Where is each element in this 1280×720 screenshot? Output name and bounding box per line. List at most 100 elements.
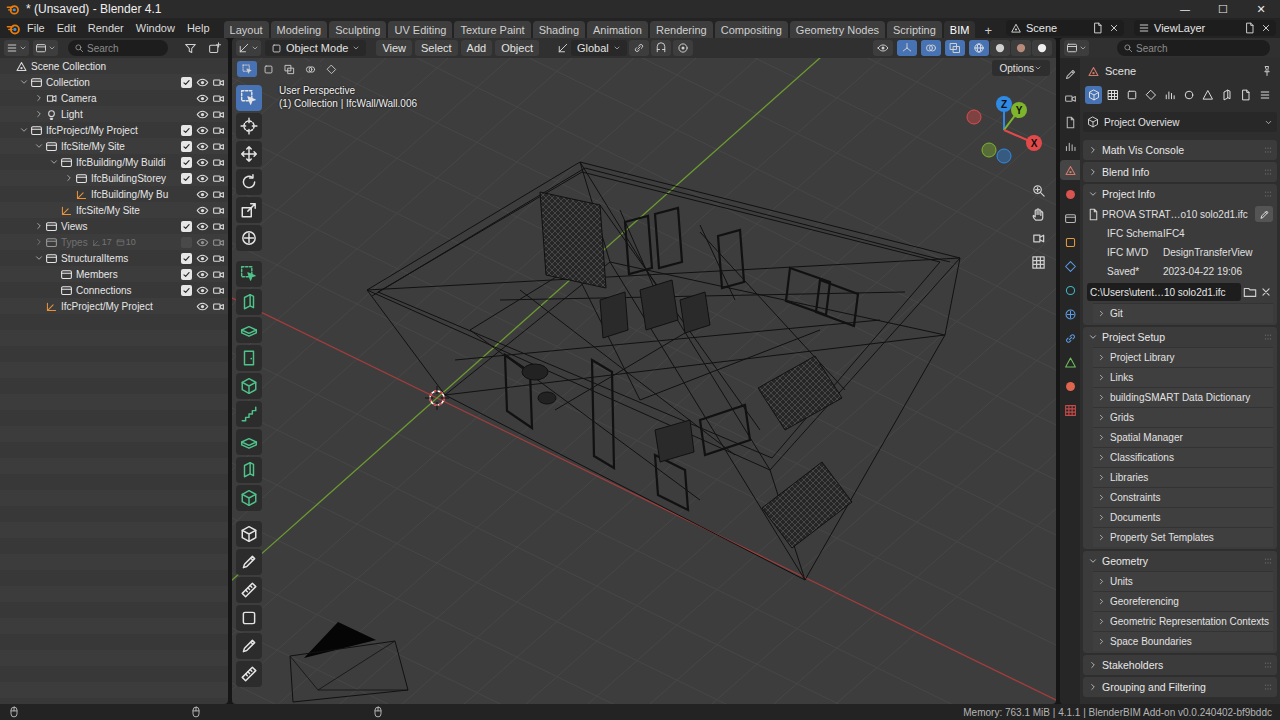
drag-grip-icon[interactable]	[1263, 189, 1273, 199]
expanded-arrow-icon[interactable]	[34, 253, 44, 263]
properties-tab[interactable]	[1060, 304, 1080, 324]
panel-header[interactable]: Grouping and Filtering	[1083, 677, 1277, 697]
render-camera-icon[interactable]	[212, 236, 225, 249]
clear-icon[interactable]	[1259, 285, 1273, 299]
window-control-button[interactable]: ☐	[1204, 0, 1242, 18]
new-collection-button[interactable]	[204, 40, 224, 56]
drag-grip-icon[interactable]	[1263, 145, 1273, 155]
drag-grip-icon[interactable]	[1263, 167, 1273, 177]
render-camera-icon[interactable]	[212, 268, 225, 281]
visibility-eye-icon[interactable]	[196, 252, 209, 265]
expanded-arrow-icon[interactable]	[49, 157, 59, 167]
collapsed-arrow-icon[interactable]	[34, 237, 44, 247]
bim-tab[interactable]	[1123, 86, 1140, 104]
tool-button[interactable]	[236, 577, 262, 603]
add-workspace-button[interactable]: +	[977, 23, 999, 38]
workspace-tab[interactable]: Scripting	[887, 21, 942, 38]
viewport-menu[interactable]: View	[376, 40, 412, 56]
tool-button[interactable]	[236, 345, 262, 371]
tool-button[interactable]	[236, 373, 262, 399]
menu-item[interactable]: File	[21, 22, 51, 34]
drag-grip-icon[interactable]	[1263, 556, 1273, 566]
proportional-button[interactable]	[673, 40, 693, 56]
options-button[interactable]: Options	[992, 60, 1050, 76]
navigation-button[interactable]	[1026, 202, 1050, 226]
workspace-tab[interactable]: UV Editing	[388, 21, 452, 38]
orientation-dropdown[interactable]: Global	[571, 40, 627, 56]
tool-button[interactable]	[236, 85, 262, 111]
tool-button[interactable]	[236, 549, 262, 575]
render-camera-icon[interactable]	[212, 220, 225, 233]
properties-tab[interactable]	[1060, 112, 1080, 132]
window-control-button[interactable]: ✕	[1242, 0, 1280, 18]
workspace-tab[interactable]: Compositing	[715, 21, 788, 38]
navigation-button[interactable]	[1026, 250, 1050, 274]
visibility-eye-icon[interactable]	[196, 284, 209, 297]
navigation-button[interactable]	[1026, 226, 1050, 250]
tool-button[interactable]	[236, 429, 262, 455]
subpanel-header[interactable]: Grids	[1093, 407, 1273, 427]
subpanel-header[interactable]: Property Set Templates	[1093, 527, 1273, 547]
bim-tab[interactable]	[1218, 86, 1235, 104]
expanded-arrow-icon[interactable]	[19, 77, 29, 87]
visibility-eye-icon[interactable]	[196, 76, 209, 89]
visibility-eye-icon[interactable]	[196, 140, 209, 153]
subpanel-header[interactable]: Units	[1093, 571, 1273, 591]
properties-tab[interactable]	[1060, 280, 1080, 300]
tool-button[interactable]	[236, 169, 262, 195]
delete-scene-icon[interactable]	[1108, 22, 1120, 34]
render-camera-icon[interactable]	[212, 300, 225, 313]
bim-tab[interactable]	[1256, 86, 1273, 104]
drag-grip-icon[interactable]	[1263, 682, 1273, 692]
render-camera-icon[interactable]	[212, 124, 225, 137]
subpanel-header[interactable]: Documents	[1093, 507, 1273, 527]
workspace-tab[interactable]: Layout	[224, 21, 269, 38]
outliner-row[interactable]: IfcProject/My Project	[0, 122, 228, 138]
render-camera-icon[interactable]	[212, 204, 225, 217]
exclude-checkbox[interactable]	[181, 77, 192, 88]
filter-button[interactable]	[180, 40, 200, 56]
visibility-eye-icon[interactable]	[196, 188, 209, 201]
collapsed-arrow-icon[interactable]	[64, 173, 74, 183]
render-camera-icon[interactable]	[212, 140, 225, 153]
subpanel-header[interactable]: Links	[1093, 367, 1273, 387]
viewport-toggle-button[interactable]	[873, 40, 893, 56]
exclude-checkbox[interactable]	[181, 269, 192, 280]
visibility-eye-icon[interactable]	[196, 204, 209, 217]
menu-item[interactable]: Help	[181, 22, 216, 34]
shading-mode-button[interactable]	[1011, 40, 1031, 56]
selection-mode-button[interactable]	[237, 61, 257, 77]
render-camera-icon[interactable]	[212, 172, 225, 185]
properties-tab[interactable]	[1060, 184, 1080, 204]
outliner-row[interactable]: Members	[0, 266, 228, 282]
workspace-tab[interactable]: Rendering	[650, 21, 713, 38]
properties-tab[interactable]	[1060, 160, 1080, 180]
render-camera-icon[interactable]	[212, 76, 225, 89]
subpanel-header[interactable]: Spatial Manager	[1093, 427, 1273, 447]
outliner-row[interactable]: IfcBuilding/My Bu	[0, 186, 228, 202]
navigation-button[interactable]	[1026, 178, 1050, 202]
outliner-row[interactable]: IfcSite/My Site	[0, 202, 228, 218]
viewport-canvas[interactable]: ZYXUser Perspective(1) Collection | IfcW…	[232, 58, 1056, 704]
viewport-toggle-button[interactable]	[945, 40, 965, 56]
delete-view-layer-icon[interactable]	[1260, 22, 1272, 34]
tool-button[interactable]	[236, 661, 262, 687]
panel-header[interactable]: Project Info	[1083, 184, 1277, 204]
properties-tab[interactable]	[1060, 256, 1080, 276]
render-camera-icon[interactable]	[212, 92, 225, 105]
outliner-row[interactable]: Light	[0, 106, 228, 122]
shading-mode-button[interactable]	[969, 40, 989, 56]
expanded-arrow-icon[interactable]	[34, 141, 44, 151]
subpanel-header[interactable]: Classifications	[1093, 447, 1273, 467]
render-camera-icon[interactable]	[212, 188, 225, 201]
collapsed-arrow-icon[interactable]	[34, 109, 44, 119]
subpanel-header[interactable]: Georeferencing	[1093, 591, 1273, 611]
bim-tab[interactable]	[1199, 86, 1216, 104]
visibility-eye-icon[interactable]	[196, 172, 209, 185]
exclude-checkbox[interactable]	[181, 253, 192, 264]
properties-tab[interactable]	[1060, 208, 1080, 228]
workspace-tab[interactable]: Animation	[587, 21, 648, 38]
exclude-checkbox[interactable]	[181, 173, 192, 184]
render-camera-icon[interactable]	[212, 156, 225, 169]
selection-mode-button[interactable]	[279, 61, 299, 77]
